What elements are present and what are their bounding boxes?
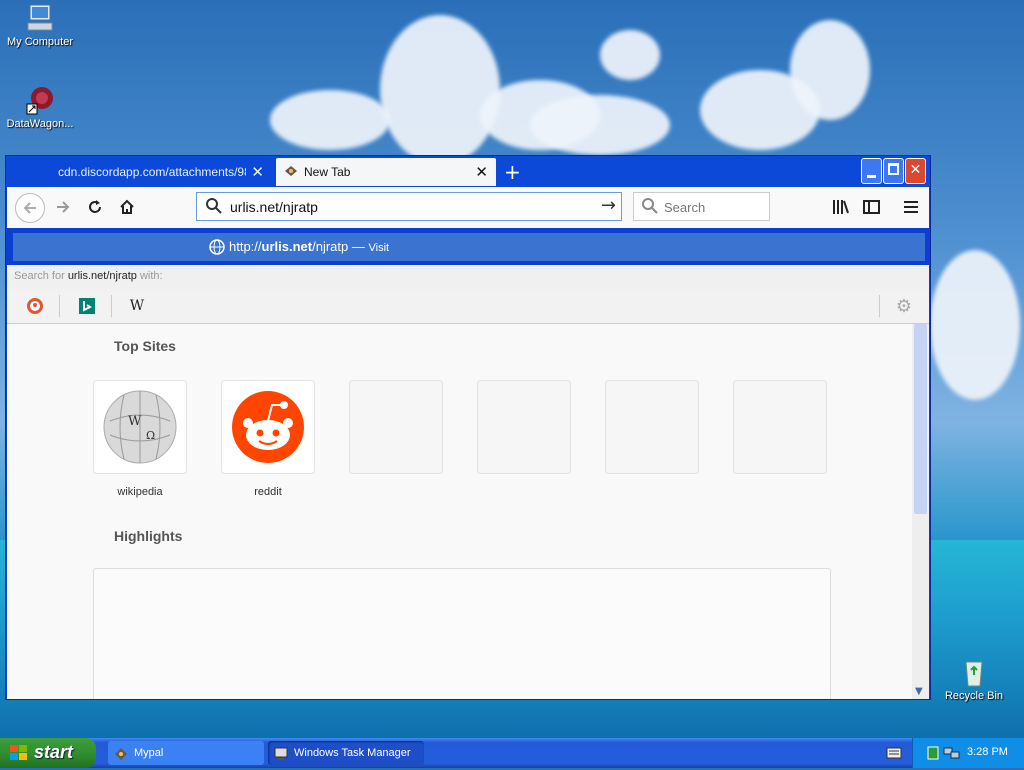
search-for-prefix: Search for [14, 270, 68, 282]
search-box[interactable]: Search [633, 192, 770, 221]
url-input[interactable]: urlis.net/njratp [230, 199, 318, 215]
new-tab-page: Top Sites W Ω wikipedia reddit Highlight… [7, 324, 912, 699]
top-site-tile-empty[interactable] [605, 380, 699, 474]
top-site-tile-empty[interactable] [477, 380, 571, 474]
mypal-icon [114, 746, 128, 760]
taskbar-item-label: Windows Task Manager [294, 747, 411, 759]
top-site-tile-empty[interactable] [349, 380, 443, 474]
search-settings-gear-icon[interactable]: ⚙ [895, 296, 913, 317]
tab-label: cdn.discordapp.com/attachments/980 [58, 165, 246, 179]
start-label: start [34, 742, 74, 762]
minimize-button[interactable] [861, 158, 882, 184]
task-manager-icon [274, 746, 288, 760]
engine-divider [59, 295, 60, 317]
search-icon [205, 197, 223, 218]
top-site-tile-wikipedia[interactable]: W Ω [93, 380, 187, 474]
system-tray: 3:28 PM [912, 738, 1024, 768]
suggestion-url-path: /njratp [312, 239, 349, 254]
search-for-query: urlis.net/njratp [67, 270, 137, 282]
computer-icon [24, 2, 56, 34]
start-button[interactable]: start [0, 738, 96, 768]
wikipedia-globe-icon: W Ω [103, 390, 177, 464]
highlights-title: Highlights [114, 528, 183, 544]
nav-toolbar: urlis.net/njratp → Search [7, 187, 929, 228]
engine-divider [879, 295, 880, 317]
url-bar[interactable]: urlis.net/njratp → [196, 192, 622, 221]
search-input[interactable]: Search [664, 200, 705, 215]
search-for-row: Search for urlis.net/njratp with: [7, 265, 929, 290]
one-off-search-engines: W ⚙ [7, 289, 929, 324]
close-window-button[interactable]: ✕ [905, 158, 926, 184]
desktop-icon-label: Recycle Bin [944, 690, 1004, 702]
network-icon[interactable] [943, 746, 961, 763]
top-site-label: reddit [254, 486, 282, 498]
taskbar-item-label: Mypal [134, 747, 164, 759]
duckduckgo-engine-icon[interactable] [26, 297, 44, 315]
library-button[interactable] [827, 193, 855, 221]
library-icon [833, 200, 849, 214]
hamburger-menu-icon [904, 201, 918, 213]
tab-label: New Tab [304, 165, 351, 179]
reddit-logo-icon [232, 391, 304, 463]
desktop-icon-recycle-bin[interactable]: Recycle Bin [934, 656, 1014, 702]
forward-button[interactable] [49, 193, 77, 221]
tab-bar: cdn.discordapp.com/attachments/980 ✕ New… [6, 156, 930, 187]
browser-window: cdn.discordapp.com/attachments/980 ✕ New… [5, 155, 931, 700]
close-tab-icon[interactable]: ✕ [475, 163, 488, 181]
desktop-icon-label: DataWagon... [6, 118, 74, 130]
taskbar: start Mypal Windows Task Manager 3:28 PM [0, 738, 1024, 768]
wikipedia-engine-icon[interactable]: W [128, 297, 146, 315]
taskbar-item-task-manager[interactable]: Windows Task Manager [268, 741, 424, 765]
globe-icon [209, 239, 225, 258]
recycle-bin-icon [958, 656, 990, 688]
sidebar-icon [863, 200, 880, 214]
top-site-tile-empty[interactable] [733, 380, 827, 474]
search-for-suffix: with: [136, 270, 163, 282]
suggestion-url-prefix: http:// [229, 239, 262, 254]
forward-arrow-icon [57, 201, 70, 213]
tab-new-tab[interactable]: New Tab ✕ [276, 158, 496, 186]
highlights-card[interactable] [93, 568, 831, 699]
suggestion-dash: — [348, 239, 369, 254]
scroll-down-arrow-icon[interactable]: ▼ [915, 686, 923, 697]
engine-divider [111, 295, 112, 317]
home-button[interactable] [113, 193, 141, 221]
top-sites-title: Top Sites [114, 338, 176, 354]
tab-discord-attachment[interactable]: cdn.discordapp.com/attachments/980 ✕ [50, 158, 272, 186]
datawagon-icon [24, 84, 56, 116]
go-arrow-icon[interactable]: → [601, 195, 616, 216]
tab-favicon-icon [284, 165, 298, 180]
page-scrollbar[interactable]: ▼ [912, 324, 929, 699]
home-icon [120, 199, 134, 214]
suggestion-url: http://urlis.net/njratp — Visit [229, 239, 389, 254]
desktop-icon-label: My Computer [6, 36, 74, 48]
maximize-button[interactable] [883, 158, 904, 184]
windows-flag-icon [10, 745, 28, 766]
suggestion-url-host: urlis.net [261, 239, 313, 254]
top-site-tile-reddit[interactable] [221, 380, 315, 474]
desktop-icon-datawagon[interactable]: DataWagon... [0, 84, 80, 130]
desktop-icon-my-computer[interactable]: My Computer [0, 2, 80, 48]
clock-time[interactable]: 3:28 PM [967, 746, 1008, 758]
url-suggestion-row[interactable]: http://urlis.net/njratp — Visit [13, 233, 925, 261]
back-button[interactable] [15, 193, 45, 223]
scrollbar-thumb[interactable] [914, 324, 927, 514]
taskbar-item-mypal[interactable]: Mypal [108, 741, 264, 765]
reload-button[interactable] [81, 193, 109, 221]
back-arrow-icon [23, 202, 36, 214]
new-tab-plus-icon[interactable]: + [504, 160, 521, 184]
sidebar-button[interactable] [858, 193, 886, 221]
keyboard-icon[interactable] [886, 747, 902, 762]
tray-green-icon[interactable] [927, 746, 939, 763]
reload-icon [89, 200, 101, 213]
bing-engine-icon[interactable] [78, 297, 96, 315]
menu-button[interactable] [897, 193, 925, 221]
svg-text:W: W [128, 414, 142, 429]
close-tab-icon[interactable]: ✕ [251, 163, 264, 181]
suggestion-visit-label: Visit [368, 242, 390, 254]
search-icon [642, 198, 658, 217]
top-site-label: wikipedia [117, 486, 163, 498]
svg-text:Ω: Ω [146, 429, 155, 442]
